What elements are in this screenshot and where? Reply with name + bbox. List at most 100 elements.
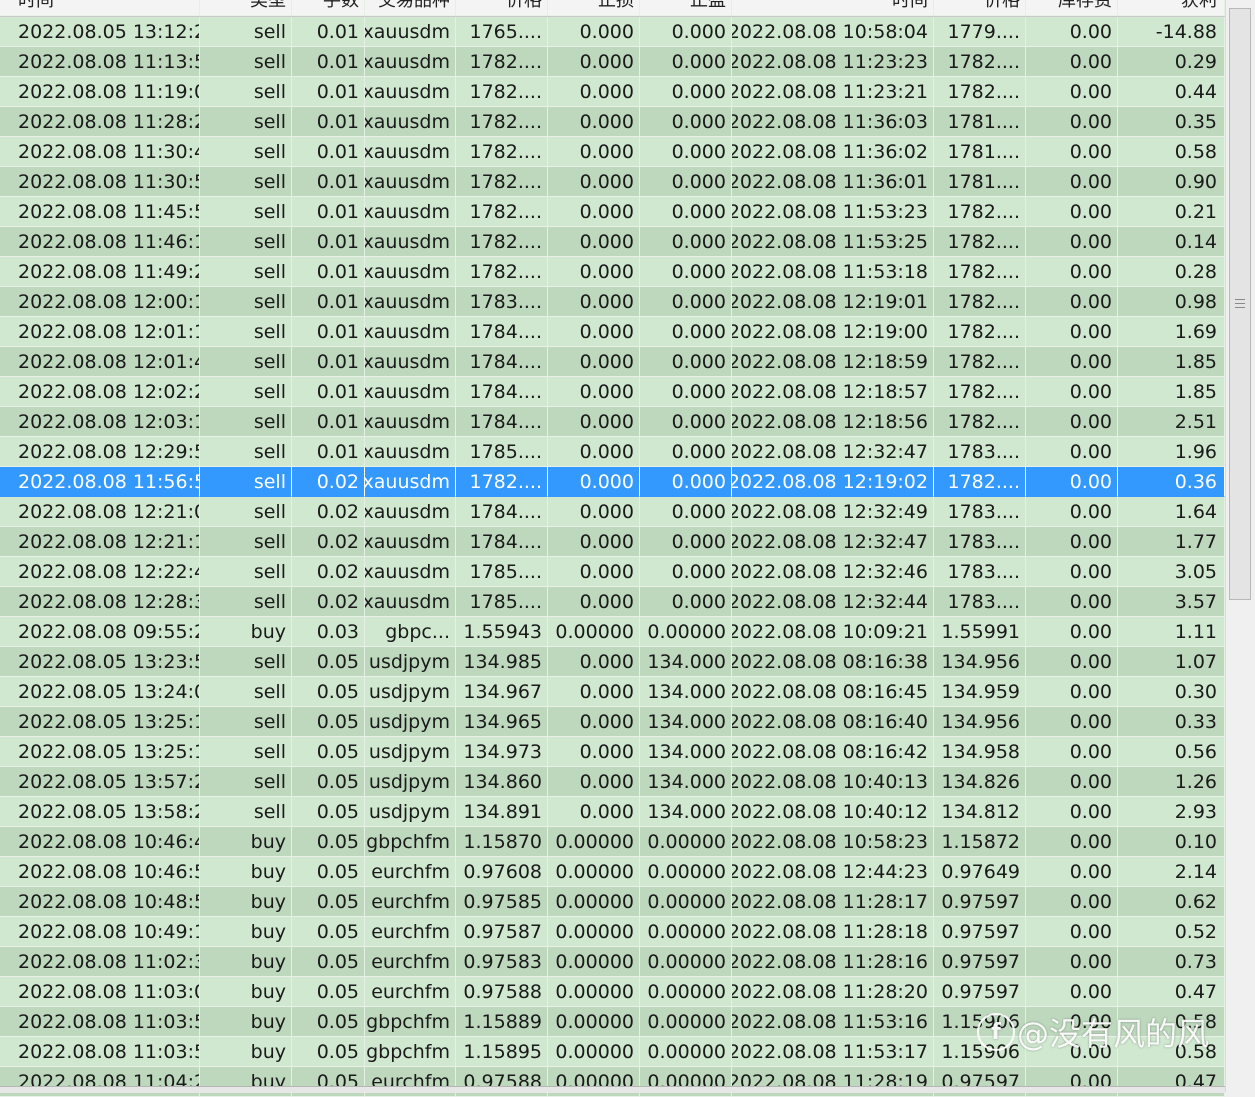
cell-type: sell — [200, 287, 292, 317]
table-row[interactable]: 2022.08.08 11:49:22 sell 0.01 xauusdm 1782..… — [0, 257, 1225, 287]
column-header-symbol[interactable]: 交易品种 — [365, 0, 456, 16]
watermark-logo-icon: f — [977, 1013, 1015, 1051]
column-header-open-time[interactable]: 时间 — [0, 0, 200, 16]
cell-profit: 0.90 — [1118, 167, 1225, 197]
cell-take-profit: 0.000 — [640, 347, 732, 377]
table-row[interactable]: 2022.08.08 09:55:26 buy 0.03 gbpc... 1.55943… — [0, 617, 1225, 647]
table-row[interactable]: 2022.08.05 13:24:06 sell 0.05 usdjpym 134.96… — [0, 677, 1225, 707]
cell-open-time: 2022.08.08 10:48:53 — [0, 887, 200, 917]
table-row[interactable]: 2022.08.08 11:28:27 sell 0.01 xauusdm 1782..… — [0, 107, 1225, 137]
table-row[interactable]: 2022.08.05 13:23:53 sell 0.05 usdjpym 134.98… — [0, 647, 1225, 677]
cell-open-price: 1782.... — [456, 77, 548, 107]
table-row[interactable]: 2022.08.08 12:01:49 sell 0.01 xauusdm 1784..… — [0, 347, 1225, 377]
cell-take-profit: 0.000 — [640, 437, 732, 467]
table-row[interactable]: 2022.08.05 13:57:20 sell 0.05 usdjpym 134.86… — [0, 767, 1225, 797]
column-header-open-price[interactable]: 价格 — [456, 0, 548, 16]
table-row[interactable]: 2022.08.05 13:25:14 sell 0.05 usdjpym 134.97… — [0, 737, 1225, 767]
table-row[interactable]: 2022.08.08 10:46:48 buy 0.05 gbpchfm 1.15870… — [0, 827, 1225, 857]
cell-take-profit: 0.000 — [640, 107, 732, 137]
cell-open-price: 1782.... — [456, 467, 548, 497]
cell-close-time: 2022.08.08 11:36:02 — [732, 137, 934, 167]
cell-type: sell — [200, 677, 292, 707]
cell-stop-loss: 0.000 — [548, 317, 640, 347]
table-row[interactable]: 2022.08.08 11:03:06 buy 0.05 eurchfm 0.97588… — [0, 977, 1225, 1007]
cell-volume: 0.05 — [292, 887, 365, 917]
table-row[interactable]: 2022.08.08 11:02:35 buy 0.05 eurchfm 0.97583… — [0, 947, 1225, 977]
column-header-take-profit[interactable]: 止盈 — [640, 0, 732, 16]
cell-symbol: eurchfm — [365, 977, 456, 1007]
column-header-close-time[interactable]: 时间 — [732, 0, 934, 16]
cell-close-time: 2022.08.08 12:32:49 — [732, 497, 934, 527]
cell-take-profit: 0.000 — [640, 197, 732, 227]
column-header-volume[interactable]: 手数 — [292, 0, 365, 16]
table-row[interactable]: 2022.08.08 12:29:55 sell 0.01 xauusdm 1785..… — [0, 437, 1225, 467]
cell-volume: 0.01 — [292, 137, 365, 167]
cell-profit: 1.64 — [1118, 497, 1225, 527]
table-row[interactable]: 2022.08.08 12:22:41 sell 0.02 xauusdm 1785..… — [0, 557, 1225, 587]
cell-close-price: 1783.... — [934, 497, 1026, 527]
table-row[interactable]: 2022.08.08 11:13:51 sell 0.01 xauusdm 1782..… — [0, 47, 1225, 77]
vertical-scrollbar[interactable] — [1225, 0, 1255, 1092]
cell-type: sell — [200, 587, 292, 617]
cell-volume: 0.01 — [292, 77, 365, 107]
cell-open-time: 2022.08.08 11:03:56 — [0, 1007, 200, 1037]
column-header-profit[interactable]: 获利 — [1118, 0, 1225, 16]
cell-close-time: 2022.08.08 11:28:20 — [732, 977, 934, 1007]
table-row[interactable]: 2022.08.05 13:25:11 sell 0.05 usdjpym 134.96… — [0, 707, 1225, 737]
cell-close-time: 2022.08.08 10:40:13 — [732, 767, 934, 797]
table-row[interactable]: 2022.08.08 11:19:09 sell 0.01 xauusdm 1782..… — [0, 77, 1225, 107]
cell-open-price: 134.891 — [456, 797, 548, 827]
cell-open-price: 134.973 — [456, 737, 548, 767]
table-row[interactable]: 2022.08.08 12:00:11 sell 0.01 xauusdm 1783..… — [0, 287, 1225, 317]
cell-close-time: 2022.08.08 12:32:47 — [732, 527, 934, 557]
table-row[interactable]: 2022.08.08 11:30:40 sell 0.01 xauusdm 1782..… — [0, 137, 1225, 167]
column-header-close-price[interactable]: 价格 — [934, 0, 1026, 16]
cell-open-price: 1782.... — [456, 47, 548, 77]
column-header-swap[interactable]: 库存费 — [1026, 0, 1118, 16]
cell-close-price: 0.97597 — [934, 887, 1026, 917]
table-row[interactable]: 2022.08.08 11:46:17 sell 0.01 xauusdm 1782..… — [0, 227, 1225, 257]
cell-take-profit: 0.00000 — [640, 857, 732, 887]
cell-type: sell — [200, 707, 292, 737]
table-row[interactable]: 2022.08.08 11:56:56 sell 0.02 xauusdm 1782..… — [0, 467, 1225, 497]
cell-close-time: 2022.08.08 10:58:23 — [732, 827, 934, 857]
table-row[interactable]: 2022.08.08 10:46:51 buy 0.05 eurchfm 0.97608… — [0, 857, 1225, 887]
table-row[interactable]: 2022.08.08 10:49:14 buy 0.05 eurchfm 0.97587… — [0, 917, 1225, 947]
cell-open-price: 1784.... — [456, 377, 548, 407]
cell-profit: 0.56 — [1118, 737, 1225, 767]
table-row[interactable]: 2022.08.08 11:45:58 sell 0.01 xauusdm 1782..… — [0, 197, 1225, 227]
cell-type: buy — [200, 947, 292, 977]
scrollbar-thumb[interactable] — [1229, 8, 1251, 600]
table-row[interactable]: 2022.08.08 12:03:18 sell 0.01 xauusdm 1784..… — [0, 407, 1225, 437]
table-row[interactable]: 2022.08.05 13:58:20 sell 0.05 usdjpym 134.89… — [0, 797, 1225, 827]
cell-symbol: eurchfm — [365, 887, 456, 917]
cell-take-profit: 0.00000 — [640, 917, 732, 947]
cell-open-time: 2022.08.05 13:12:27 — [0, 17, 200, 47]
cell-take-profit: 0.000 — [640, 557, 732, 587]
cell-close-price: 134.956 — [934, 707, 1026, 737]
table-row[interactable]: 2022.08.08 12:21:09 sell 0.02 xauusdm 1784..… — [0, 497, 1225, 527]
table-row[interactable]: 2022.08.08 10:48:53 buy 0.05 eurchfm 0.97585… — [0, 887, 1225, 917]
cell-type: sell — [200, 317, 292, 347]
table-row[interactable]: 2022.08.08 12:02:23 sell 0.01 xauusdm 1784..… — [0, 377, 1225, 407]
cell-volume: 0.05 — [292, 827, 365, 857]
cell-volume: 0.05 — [292, 647, 365, 677]
cell-type: sell — [200, 557, 292, 587]
cell-volume: 0.05 — [292, 797, 365, 827]
cell-stop-loss: 0.00000 — [548, 977, 640, 1007]
cell-stop-loss: 0.00000 — [548, 1037, 640, 1067]
table-row[interactable]: 2022.08.08 12:01:19 sell 0.01 xauusdm 1784..… — [0, 317, 1225, 347]
column-header-type[interactable]: 类型 — [200, 0, 292, 16]
cell-swap: 0.00 — [1026, 497, 1118, 527]
cell-swap: 0.00 — [1026, 857, 1118, 887]
table-row[interactable]: 2022.08.08 11:30:55 sell 0.01 xauusdm 1782..… — [0, 167, 1225, 197]
cell-volume: 0.01 — [292, 17, 365, 47]
cell-close-time: 2022.08.08 08:16:38 — [732, 647, 934, 677]
table-row[interactable]: 2022.08.08 12:28:37 sell 0.02 xauusdm 1785..… — [0, 587, 1225, 617]
column-header-stop-loss[interactable]: 止损 — [548, 0, 640, 16]
cell-take-profit: 134.000 — [640, 677, 732, 707]
table-row[interactable]: 2022.08.08 12:21:13 sell 0.02 xauusdm 1784..… — [0, 527, 1225, 557]
cell-symbol: xauusdm — [365, 407, 456, 437]
table-row[interactable]: 2022.08.05 13:12:27 sell 0.01 xauusdm 1765..… — [0, 17, 1225, 47]
cell-open-price: 1.15889 — [456, 1007, 548, 1037]
